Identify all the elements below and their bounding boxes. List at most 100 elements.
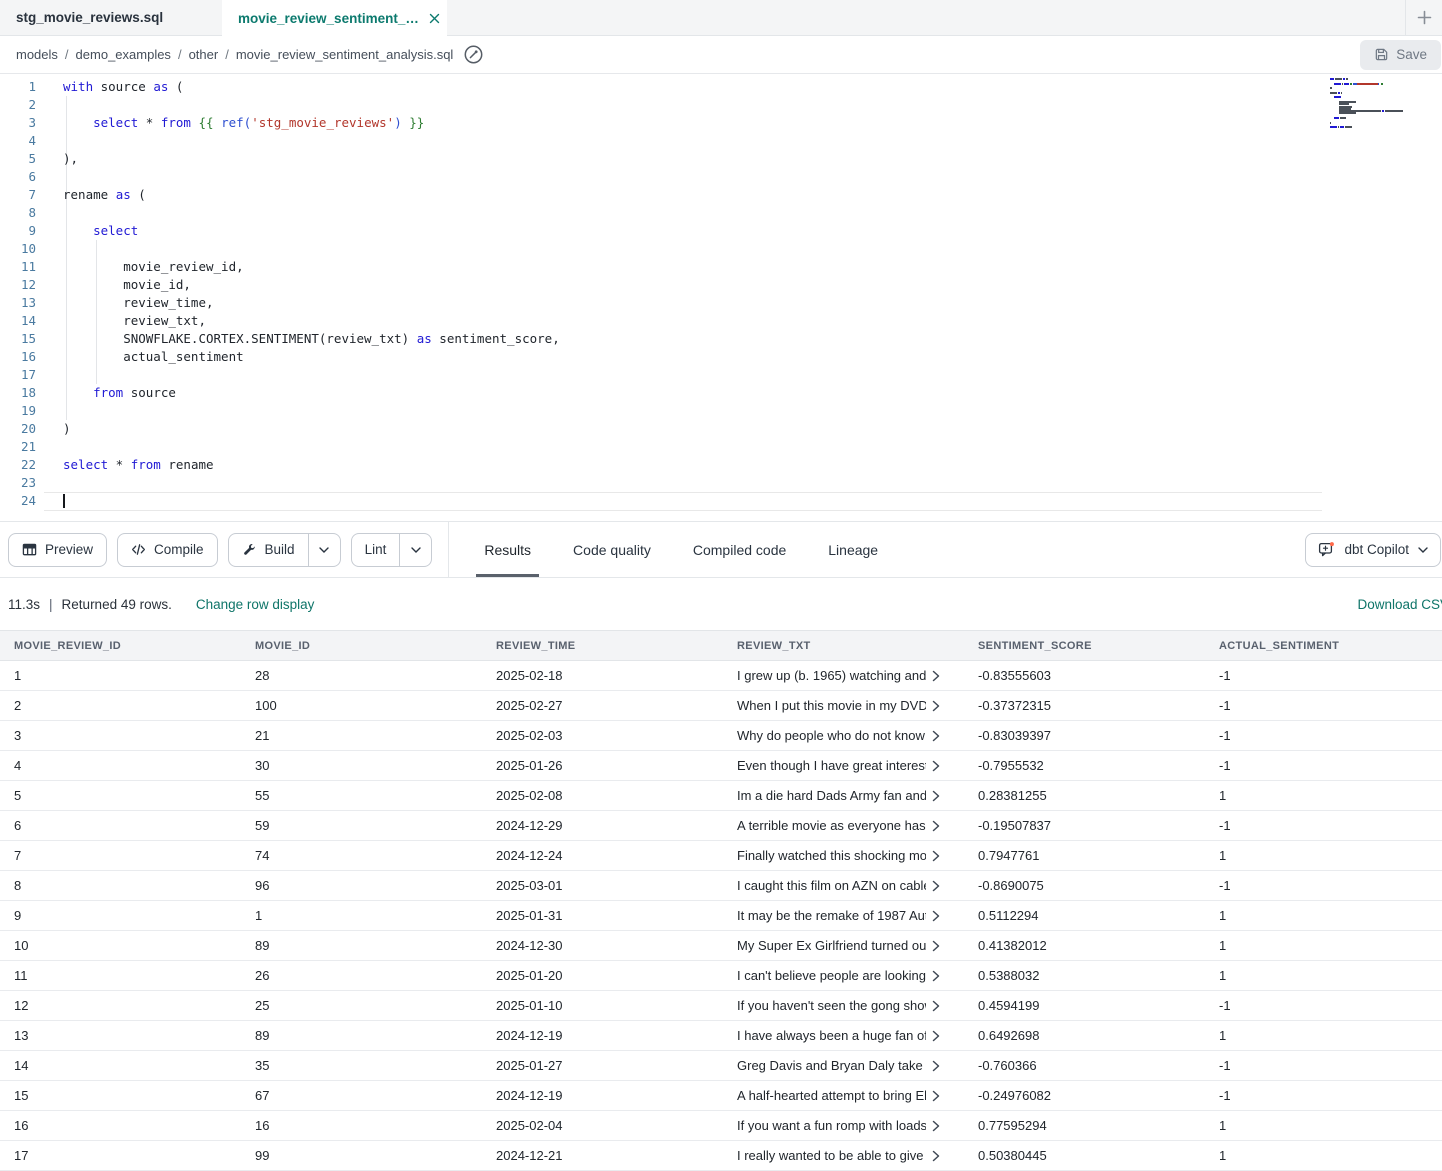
code-line: select * from rename	[63, 456, 560, 474]
tab-compiled-code[interactable]: Compiled code	[685, 522, 794, 577]
tab-lineage[interactable]: Lineage	[820, 522, 886, 577]
save-icon	[1374, 47, 1389, 62]
expand-cell-button[interactable]	[932, 940, 940, 952]
table-cell: -1	[1205, 871, 1442, 901]
expand-cell-button[interactable]	[932, 760, 940, 772]
breadcrumb-segment: movie_review_sentiment_analysis.sql	[236, 47, 454, 62]
code-line	[63, 240, 560, 258]
code-line: select * from {{ ref('stg_movie_reviews'…	[63, 114, 560, 132]
table-cell: 100	[241, 691, 482, 721]
review-txt-cell: I grew up (b. 1965) watching and lovin…	[723, 661, 964, 691]
save-button[interactable]: Save	[1360, 40, 1441, 70]
chevron-right-icon	[932, 850, 940, 862]
tab-stg-movie-reviews[interactable]: stg_movie_reviews.sql	[0, 0, 222, 35]
expand-cell-button[interactable]	[932, 1030, 940, 1042]
preview-label: Preview	[45, 542, 93, 557]
compile-button[interactable]: Compile	[117, 533, 218, 567]
code-line	[63, 474, 560, 492]
expand-cell-button[interactable]	[932, 820, 940, 832]
line-number: 9	[0, 222, 36, 240]
expand-cell-button[interactable]	[932, 880, 940, 892]
build-button[interactable]: Build	[229, 534, 308, 566]
expand-cell-button[interactable]	[932, 670, 940, 682]
line-number: 10	[0, 240, 36, 258]
download-csv-link[interactable]: Download CSV	[1357, 597, 1442, 612]
review-txt-cell: Im a die hard Dads Army fan and nothi…	[723, 781, 964, 811]
copilot-badge-icon[interactable]	[463, 44, 484, 65]
line-number: 13	[0, 294, 36, 312]
expand-cell-button[interactable]	[932, 790, 940, 802]
table-cell: 89	[241, 1021, 482, 1051]
chevron-down-icon	[319, 546, 329, 554]
build-dropdown-button[interactable]	[308, 534, 340, 566]
table-cell: -0.83555603	[964, 661, 1205, 691]
table-cell: 1	[1205, 1141, 1442, 1171]
table-cell: 1	[1205, 1021, 1442, 1051]
preview-button[interactable]: Preview	[8, 533, 107, 567]
table-row: 5552025-02-08Im a die hard Dads Army fan…	[0, 781, 1442, 811]
breadcrumb-segment: models	[16, 47, 58, 62]
tab-results[interactable]: Results	[476, 522, 539, 577]
change-row-display-link[interactable]: Change row display	[196, 597, 315, 612]
expand-cell-button[interactable]	[932, 1000, 940, 1012]
dbt-copilot-button[interactable]: dbt Copilot	[1305, 533, 1441, 567]
table-cell: 99	[241, 1141, 482, 1171]
review-txt-cell: Even though I have great interest in Bi…	[723, 751, 964, 781]
tab-label: Code quality	[573, 542, 651, 558]
wrench-icon	[242, 542, 257, 557]
table-row: 4302025-01-26Even though I have great in…	[0, 751, 1442, 781]
expand-cell-button[interactable]	[932, 1120, 940, 1132]
review-txt-cell: My Super Ex Girlfriend turned out to b…	[723, 931, 964, 961]
table-cell: 55	[241, 781, 482, 811]
chevron-right-icon	[932, 820, 940, 832]
code-line: with source as (	[63, 78, 560, 96]
expand-cell-button[interactable]	[932, 1150, 940, 1162]
review-txt-cell: I have always been a huge fan of "Hom…	[723, 1021, 964, 1051]
table-cell: 2024-12-24	[482, 841, 723, 871]
table-cell: -1	[1205, 1081, 1442, 1111]
table-cell: 1	[1205, 781, 1442, 811]
line-number: 23	[0, 474, 36, 492]
close-icon[interactable]	[429, 13, 440, 24]
table-cell: 2025-03-01	[482, 871, 723, 901]
expand-cell-button[interactable]	[932, 700, 940, 712]
lint-dropdown-button[interactable]	[399, 534, 431, 566]
breadcrumb-segment: demo_examples	[76, 47, 171, 62]
chevron-right-icon	[932, 760, 940, 772]
table-cell: 10	[0, 931, 241, 961]
new-tab-button[interactable]	[1405, 0, 1442, 35]
text-cursor	[63, 494, 65, 508]
minimap[interactable]	[1330, 78, 1403, 133]
tab-label: Lineage	[828, 542, 878, 558]
table-cell: -0.37372315	[964, 691, 1205, 721]
tab-movie-review-sentiment[interactable]: movie_review_sentiment_…	[222, 0, 447, 36]
table-cell: -1	[1205, 691, 1442, 721]
review-text: Finally watched this shocking movie la…	[737, 848, 926, 863]
table-cell: 2025-01-27	[482, 1051, 723, 1081]
code-line: actual_sentiment	[63, 348, 560, 366]
table-cell: 4	[0, 751, 241, 781]
table-cell: 2025-02-08	[482, 781, 723, 811]
line-number: 5	[0, 150, 36, 168]
table-cell: 2025-02-27	[482, 691, 723, 721]
column-header-sentiment_score: SENTIMENT_SCORE	[964, 631, 1205, 661]
expand-cell-button[interactable]	[932, 1090, 940, 1102]
expand-cell-button[interactable]	[932, 910, 940, 922]
expand-cell-button[interactable]	[932, 1060, 940, 1072]
code-editor[interactable]: 123456789101112131415161718192021222324 …	[0, 74, 1442, 521]
table-row: 912025-01-31It may be the remake of 1987…	[0, 901, 1442, 931]
table-cell: 2024-12-29	[482, 811, 723, 841]
code-content[interactable]: with source as ( select * from {{ ref('s…	[63, 78, 560, 510]
table-cell: -1	[1205, 811, 1442, 841]
expand-cell-button[interactable]	[932, 730, 940, 742]
chevron-right-icon	[932, 730, 940, 742]
line-number: 3	[0, 114, 36, 132]
expand-cell-button[interactable]	[932, 850, 940, 862]
review-text: Even though I have great interest in Bi…	[737, 758, 926, 773]
expand-cell-button[interactable]	[932, 970, 940, 982]
table-row: 16162025-02-04If you want a fun romp wit…	[0, 1111, 1442, 1141]
lint-button[interactable]: Lint	[352, 534, 400, 566]
review-text: Im a die hard Dads Army fan and nothi…	[737, 788, 926, 803]
table-cell: 96	[241, 871, 482, 901]
tab-code-quality[interactable]: Code quality	[565, 522, 659, 577]
